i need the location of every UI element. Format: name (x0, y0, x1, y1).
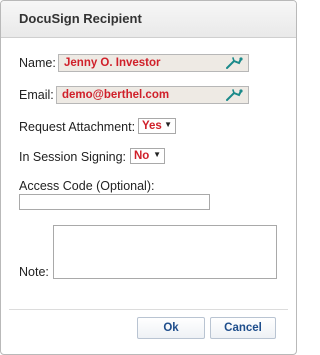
note-label: Note: (19, 265, 49, 279)
name-field[interactable]: Jenny O. Investor (58, 54, 249, 72)
person-picker-icon[interactable] (225, 56, 243, 70)
in-session-signing-value: No (134, 150, 150, 162)
dialog-header: DocuSign Recipient (1, 1, 296, 38)
request-attachment-label: Request Attachment: (19, 120, 136, 134)
email-label: Email: (19, 88, 54, 102)
in-session-signing-label: In Session Signing: (19, 150, 127, 164)
access-code-label: Access Code (Optional): (19, 179, 155, 193)
caret-down-icon: ▼ (153, 150, 161, 159)
footer-divider (9, 309, 288, 310)
caret-down-icon: ▼ (164, 120, 172, 129)
note-textarea[interactable] (53, 225, 277, 279)
cancel-button[interactable]: Cancel (210, 317, 276, 339)
ok-button[interactable]: Ok (137, 317, 205, 339)
in-session-signing-select[interactable]: No ▼ (130, 148, 165, 164)
request-attachment-select[interactable]: Yes ▼ (138, 118, 176, 134)
access-code-input[interactable] (19, 194, 210, 210)
request-attachment-value: Yes (142, 120, 162, 132)
name-label: Name: (19, 56, 56, 70)
email-value: demo@berthel.com (62, 89, 170, 101)
person-picker-icon[interactable] (225, 88, 243, 102)
name-value: Jenny O. Investor (64, 57, 161, 69)
email-field[interactable]: demo@berthel.com (56, 86, 249, 104)
dialog-title: DocuSign Recipient (19, 11, 142, 26)
docusign-recipient-dialog: DocuSign Recipient Name: Jenny O. Invest… (0, 0, 297, 355)
